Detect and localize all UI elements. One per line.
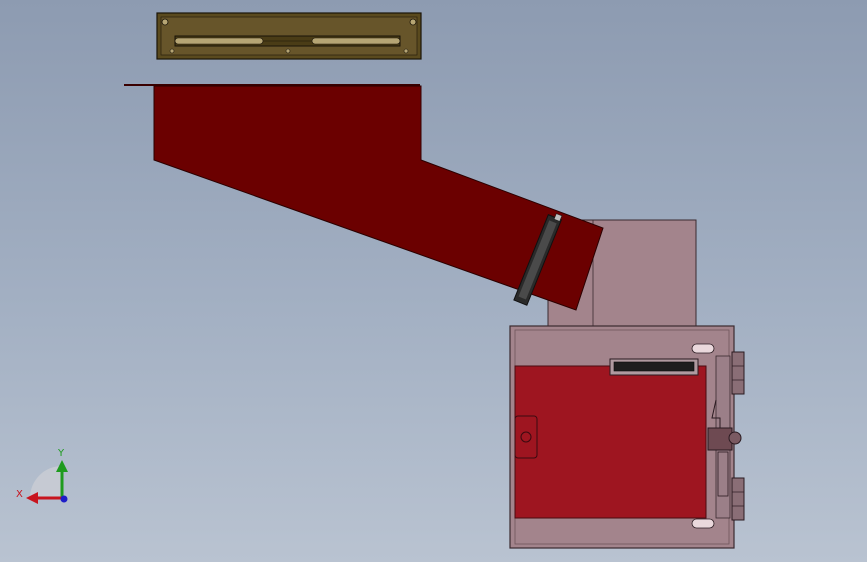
- screw-hole: [169, 48, 175, 54]
- y-arrowhead-icon: [56, 460, 68, 472]
- screw-hole: [403, 48, 409, 54]
- model-canvas[interactable]: Y X: [0, 0, 867, 562]
- mount-block: [731, 477, 745, 521]
- cad-viewport[interactable]: Y X: [0, 0, 867, 562]
- coordinate-triad: Y X: [16, 448, 68, 504]
- x-axis-label: X: [16, 489, 23, 500]
- mount-block: [731, 351, 745, 395]
- screw-hole: [409, 18, 417, 26]
- chute[interactable]: [124, 84, 604, 311]
- screw-hole: [285, 48, 291, 54]
- latch-block[interactable]: [707, 427, 733, 451]
- slot-right: [311, 37, 401, 45]
- z-axis-dot-icon: [60, 495, 68, 503]
- screw-hole: [161, 18, 169, 26]
- top-bracket[interactable]: [156, 12, 422, 60]
- main-housing[interactable]: [509, 325, 745, 549]
- oval-slot: [691, 518, 715, 529]
- housing-door-panel[interactable]: [514, 365, 707, 519]
- slot-left: [174, 37, 264, 45]
- door-handle[interactable]: [514, 415, 538, 459]
- y-axis-label: Y: [57, 448, 65, 459]
- oval-slot: [691, 343, 715, 354]
